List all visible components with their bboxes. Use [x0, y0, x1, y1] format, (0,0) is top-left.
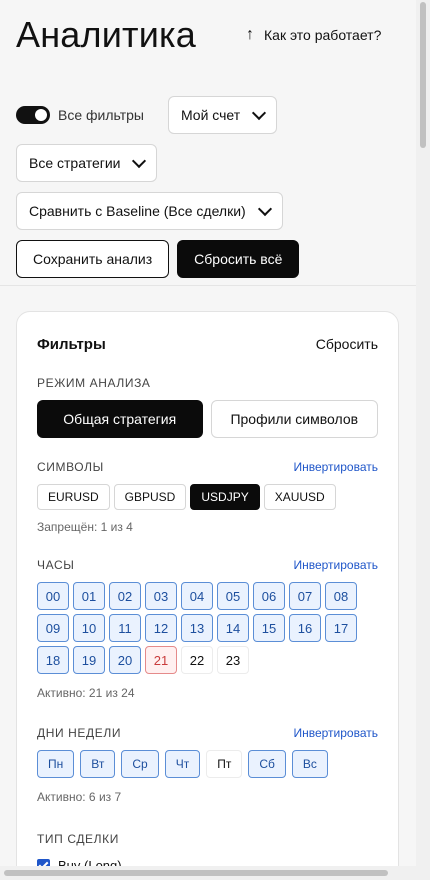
chevron-down-icon: [257, 201, 272, 216]
controls: Все фильтры Мой счет Все стратегии Сравн…: [16, 96, 406, 288]
hour-chip[interactable]: 00: [37, 582, 69, 610]
hour-chip[interactable]: 13: [181, 614, 213, 642]
save-analysis-button[interactable]: Сохранить анализ: [16, 240, 170, 278]
symbol-chip-gbpusd[interactable]: GBPUSD: [113, 484, 187, 510]
all-filters-toggle[interactable]: Все фильтры: [16, 97, 144, 133]
hour-chip[interactable]: 02: [109, 582, 141, 610]
hour-chips: 00 01 02 03 04 05 06 07 08 09 10 11 12 1…: [37, 582, 367, 674]
how-it-works-link[interactable]: ↑ Как это работает?: [246, 26, 381, 44]
vertical-scrollbar[interactable]: [416, 0, 430, 866]
day-chip-mon[interactable]: Пн: [37, 750, 75, 778]
filters-title: Фильтры: [37, 335, 106, 353]
hour-chip[interactable]: 10: [73, 614, 105, 642]
strategies-dropdown-label: Все стратегии: [29, 155, 121, 171]
hour-chip[interactable]: 07: [289, 582, 321, 610]
hours-note: Активно: 21 из 24: [37, 686, 135, 700]
symbols-invert-link[interactable]: Инвертировать: [293, 460, 378, 474]
reset-all-button[interactable]: Сбросить всё: [177, 240, 300, 278]
day-chip-thu[interactable]: Чт: [164, 750, 201, 778]
account-dropdown-label: Мой счет: [180, 107, 241, 123]
header: Аналитика ↑ Как это работает? Все фильтр…: [0, 0, 416, 286]
chevron-down-icon: [252, 105, 267, 120]
mode-switch: Общая стратегия Профили символов: [37, 400, 378, 438]
hour-chip[interactable]: 03: [145, 582, 177, 610]
hour-chip[interactable]: 20: [109, 646, 141, 674]
symbol-chip-xauusd[interactable]: XAUUSD: [263, 484, 336, 510]
filters-reset-link[interactable]: Сбросить: [316, 336, 378, 352]
days-label: ДНИ НЕДЕЛИ: [37, 726, 122, 740]
day-chip-fri[interactable]: Пт: [206, 750, 243, 778]
hour-chip[interactable]: 11: [109, 614, 141, 642]
hour-chip-inactive[interactable]: 22: [181, 646, 213, 674]
hour-chip[interactable]: 08: [325, 582, 357, 610]
toggle-switch[interactable]: [16, 106, 50, 124]
hour-chip[interactable]: 19: [73, 646, 105, 674]
vertical-scrollbar-thumb[interactable]: [420, 2, 426, 148]
days-invert-link[interactable]: Инвертировать: [293, 726, 378, 740]
days-note: Активно: 6 из 7: [37, 790, 122, 804]
how-it-works-label: Как это работает?: [264, 27, 382, 43]
strategies-dropdown[interactable]: Все стратегии: [16, 144, 158, 182]
day-chips: Пн Вт Ср Чт Пт Сб Вс: [37, 750, 378, 778]
hour-chip-inactive[interactable]: 23: [217, 646, 249, 674]
page-title: Аналитика: [16, 14, 196, 55]
hour-chip[interactable]: 05: [217, 582, 249, 610]
symbol-chip-usdjpy[interactable]: USDJPY: [190, 484, 260, 510]
hour-chip[interactable]: 09: [37, 614, 69, 642]
hour-chip[interactable]: 17: [325, 614, 357, 642]
day-chip-tue[interactable]: Вт: [80, 750, 116, 778]
hour-chip-banned[interactable]: 21: [145, 646, 177, 674]
mode-label: РЕЖИМ АНАЛИЗА: [37, 376, 151, 390]
hour-chip[interactable]: 18: [37, 646, 69, 674]
mode-symbol-profiles[interactable]: Профили символов: [210, 400, 378, 438]
hour-chip[interactable]: 15: [253, 614, 285, 642]
arrow-up-icon: ↑: [246, 26, 254, 43]
symbol-chip-eurusd[interactable]: EURUSD: [37, 484, 110, 510]
compare-dropdown-label: Сравнить с Baseline (Все сделки): [29, 203, 246, 219]
trade-type-label: ТИП СДЕЛКИ: [37, 832, 119, 846]
horizontal-scrollbar[interactable]: [0, 866, 430, 880]
hour-chip[interactable]: 16: [289, 614, 321, 642]
hours-invert-link[interactable]: Инвертировать: [293, 558, 378, 572]
hour-chip[interactable]: 06: [253, 582, 285, 610]
symbol-chips: EURUSD GBPUSD USDJPY XAUUSD: [37, 484, 378, 510]
horizontal-scrollbar-thumb[interactable]: [4, 870, 388, 876]
day-chip-wed[interactable]: Ср: [121, 750, 159, 778]
symbols-label: СИМВОЛЫ: [37, 460, 104, 474]
mode-general-strategy[interactable]: Общая стратегия: [37, 400, 203, 438]
hour-chip[interactable]: 04: [181, 582, 213, 610]
account-dropdown[interactable]: Мой счет: [167, 96, 278, 134]
filters-card: Фильтры Сбросить РЕЖИМ АНАЛИЗА Общая стр…: [16, 311, 399, 880]
hour-chip[interactable]: 01: [73, 582, 105, 610]
compare-dropdown[interactable]: Сравнить с Baseline (Все сделки): [16, 192, 283, 230]
hour-chip[interactable]: 12: [145, 614, 177, 642]
day-chip-sun[interactable]: Вс: [291, 750, 328, 778]
day-chip-sat[interactable]: Сб: [248, 750, 286, 778]
chevron-down-icon: [132, 153, 147, 168]
hours-label: ЧАСЫ: [37, 558, 75, 572]
hour-chip[interactable]: 14: [217, 614, 249, 642]
all-filters-label: Все фильтры: [58, 107, 144, 123]
symbols-note: Запрещён: 1 из 4: [37, 520, 133, 534]
